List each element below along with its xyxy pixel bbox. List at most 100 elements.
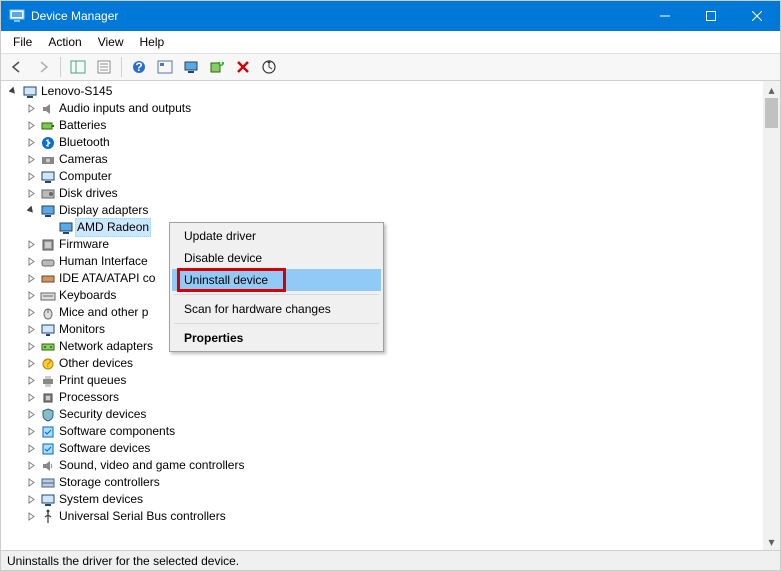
scroll-thumb[interactable]: [765, 98, 778, 128]
separator: [60, 57, 61, 77]
menu-file[interactable]: File: [5, 33, 40, 51]
collapse-icon[interactable]: [23, 206, 39, 215]
tree-node-label: Other devices: [57, 355, 135, 372]
expand-icon[interactable]: [23, 257, 39, 266]
network-icon: [39, 339, 57, 355]
tree-node-label: Universal Serial Bus controllers: [57, 508, 228, 525]
tree-node[interactable]: Storage controllers: [1, 474, 763, 491]
expand-icon[interactable]: [23, 410, 39, 419]
menu-item-update-driver[interactable]: Update driver: [172, 225, 381, 247]
menu-view[interactable]: View: [90, 33, 132, 51]
computer-icon: [39, 169, 57, 185]
uninstall-button[interactable]: [231, 55, 255, 79]
storage-icon: [39, 475, 57, 491]
expand-icon[interactable]: [23, 359, 39, 368]
toolbar: ? +: [1, 53, 780, 81]
scan-hardware-button[interactable]: [257, 55, 281, 79]
expand-icon[interactable]: [23, 393, 39, 402]
monitor-icon: [39, 322, 57, 338]
expand-icon[interactable]: [23, 342, 39, 351]
add-legacy-hardware-button[interactable]: +: [205, 55, 229, 79]
menu-help[interactable]: Help: [132, 33, 173, 51]
camera-icon: [39, 152, 57, 168]
expand-icon[interactable]: [23, 155, 39, 164]
tree-node-label: Computer: [57, 168, 114, 185]
tree-node[interactable]: Disk drives: [1, 185, 763, 202]
tree-node[interactable]: Processors: [1, 389, 763, 406]
forward-button[interactable]: [31, 55, 55, 79]
menu-item-properties[interactable]: Properties: [172, 327, 381, 349]
expand-icon[interactable]: [23, 138, 39, 147]
expand-icon[interactable]: [23, 478, 39, 487]
svg-text:+: +: [217, 59, 224, 69]
expand-icon[interactable]: [23, 291, 39, 300]
tree-node-label: Security devices: [57, 406, 148, 423]
system-icon: [39, 492, 57, 508]
expand-icon[interactable]: [23, 308, 39, 317]
expand-icon[interactable]: [23, 240, 39, 249]
tree-node-label: Mice and other p: [57, 304, 150, 321]
tree-node[interactable]: Software devices: [1, 440, 763, 457]
menu-action[interactable]: Action: [40, 33, 89, 51]
close-button[interactable]: [734, 1, 780, 31]
expand-icon[interactable]: [23, 495, 39, 504]
tree-node[interactable]: Display adapters: [1, 202, 763, 219]
maximize-button[interactable]: [688, 1, 734, 31]
scroll-up-arrow[interactable]: ▴: [763, 81, 780, 98]
tree-node-label: Sound, video and game controllers: [57, 457, 246, 474]
svg-text:?: ?: [135, 60, 142, 74]
menu-item-uninstall-device[interactable]: Uninstall device: [172, 269, 381, 291]
menu-item-disable-device[interactable]: Disable device: [172, 247, 381, 269]
window-title: Device Manager: [31, 9, 642, 23]
tree-node[interactable]: ? Other devices: [1, 355, 763, 372]
svg-text:?: ?: [45, 356, 52, 370]
tree-node[interactable]: Sound, video and game controllers: [1, 457, 763, 474]
properties-button[interactable]: [92, 55, 116, 79]
tree-node[interactable]: Audio inputs and outputs: [1, 100, 763, 117]
vertical-scrollbar[interactable]: ▴ ▾: [763, 81, 780, 550]
ide-icon: [39, 271, 57, 287]
tree-node[interactable]: Lenovo-S145: [1, 83, 763, 100]
separator: [121, 57, 122, 77]
expand-icon[interactable]: [23, 121, 39, 130]
tree-node[interactable]: Computer: [1, 168, 763, 185]
back-button[interactable]: [5, 55, 29, 79]
show-hidden-button[interactable]: [153, 55, 177, 79]
tree-node[interactable]: Security devices: [1, 406, 763, 423]
tree-node[interactable]: Print queues: [1, 372, 763, 389]
statusbar: Uninstalls the driver for the selected d…: [1, 550, 780, 570]
tree-node-label: Processors: [57, 389, 121, 406]
minimize-button[interactable]: [642, 1, 688, 31]
help-button[interactable]: ?: [127, 55, 151, 79]
firmware-icon: [39, 237, 57, 253]
hid-icon: [39, 254, 57, 270]
tree-node-label: Batteries: [57, 117, 108, 134]
tree-node[interactable]: System devices: [1, 491, 763, 508]
menu-item-scan-for-hardware-changes[interactable]: Scan for hardware changes: [172, 298, 381, 320]
expand-icon[interactable]: [23, 274, 39, 283]
expand-icon[interactable]: [23, 172, 39, 181]
menu-separator: [174, 294, 379, 295]
tree-node[interactable]: Batteries: [1, 117, 763, 134]
expand-icon[interactable]: [23, 512, 39, 521]
tree-node-label: Disk drives: [57, 185, 120, 202]
expand-icon[interactable]: [23, 325, 39, 334]
show-hide-console-tree-button[interactable]: [66, 55, 90, 79]
expand-icon[interactable]: [23, 427, 39, 436]
update-driver-button[interactable]: [179, 55, 203, 79]
expand-icon[interactable]: [23, 444, 39, 453]
tree-node[interactable]: Bluetooth: [1, 134, 763, 151]
tree-node-label: Human Interface: [57, 253, 150, 270]
tree-node[interactable]: Universal Serial Bus controllers: [1, 508, 763, 525]
titlebar: Device Manager: [1, 1, 780, 31]
expand-icon[interactable]: [23, 189, 39, 198]
expand-icon[interactable]: [23, 461, 39, 470]
printer-icon: [39, 373, 57, 389]
scroll-down-arrow[interactable]: ▾: [763, 533, 780, 550]
expand-icon[interactable]: [23, 104, 39, 113]
tree-node[interactable]: Cameras: [1, 151, 763, 168]
expand-icon[interactable]: [23, 376, 39, 385]
device-manager-icon: [9, 8, 25, 24]
collapse-icon[interactable]: [5, 87, 21, 96]
tree-node[interactable]: Software components: [1, 423, 763, 440]
